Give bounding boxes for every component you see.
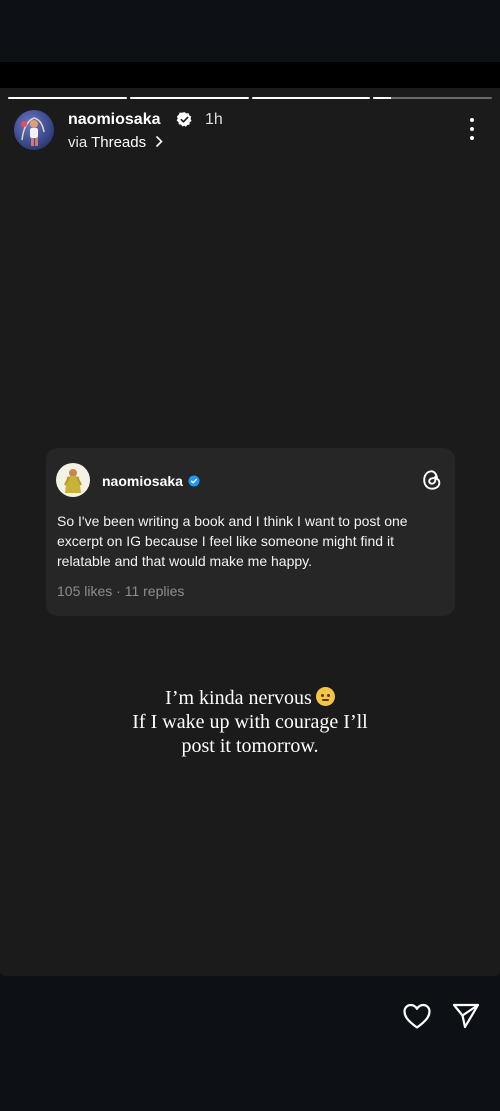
nervous-emoji-icon bbox=[315, 687, 335, 706]
story-caption: I’m kinda nervous If I wake up with cour… bbox=[0, 686, 500, 758]
caption-line-3: post it tomorrow. bbox=[181, 735, 319, 757]
caption-line-1: I’m kinda nervous bbox=[0, 686, 500, 710]
heart-icon[interactable] bbox=[402, 1002, 432, 1030]
threads-post-stats: 105 likes · 11 replies bbox=[57, 583, 184, 599]
progress-segment bbox=[129, 97, 249, 99]
via-app-name: Threads bbox=[91, 134, 147, 151]
story-header: naomiosaka 1h via Threads bbox=[14, 110, 486, 154]
chevron-right-icon bbox=[156, 136, 163, 147]
story-username[interactable]: naomiosaka bbox=[68, 111, 160, 129]
story-timestamp: 1h bbox=[205, 111, 223, 128]
send-icon[interactable] bbox=[451, 1002, 481, 1030]
avatar[interactable] bbox=[14, 110, 54, 150]
story-footer bbox=[0, 976, 500, 1111]
verified-badge-icon bbox=[188, 475, 200, 487]
story-viewer[interactable]: naomiosaka 1h via Threads naomiosaka So … bbox=[0, 88, 500, 976]
story-progress-bar bbox=[8, 97, 492, 100]
replies-count: 11 replies bbox=[124, 583, 185, 599]
caption-text: I’m kinda nervous bbox=[165, 687, 312, 709]
more-options-icon[interactable] bbox=[466, 118, 478, 140]
threads-post-card[interactable]: naomiosaka So I've been writing a book a… bbox=[46, 448, 455, 616]
caption-line-2: If I wake up with courage I’ll bbox=[132, 711, 368, 733]
via-threads-link[interactable]: via Threads bbox=[68, 134, 163, 151]
threads-username: naomiosaka bbox=[102, 473, 183, 489]
progress-segment bbox=[251, 97, 371, 99]
stats-separator: · bbox=[116, 583, 121, 599]
verified-badge-icon bbox=[176, 112, 192, 127]
progress-segment bbox=[8, 97, 127, 99]
threads-avatar bbox=[56, 463, 90, 497]
likes-count: 105 likes bbox=[57, 583, 113, 599]
threads-post-text: So I've been writing a book and I think … bbox=[57, 513, 408, 569]
progress-segment bbox=[373, 97, 492, 99]
top-band bbox=[0, 62, 500, 88]
via-label: via bbox=[68, 134, 88, 151]
status-bar bbox=[0, 0, 500, 62]
threads-logo-icon bbox=[423, 470, 441, 490]
